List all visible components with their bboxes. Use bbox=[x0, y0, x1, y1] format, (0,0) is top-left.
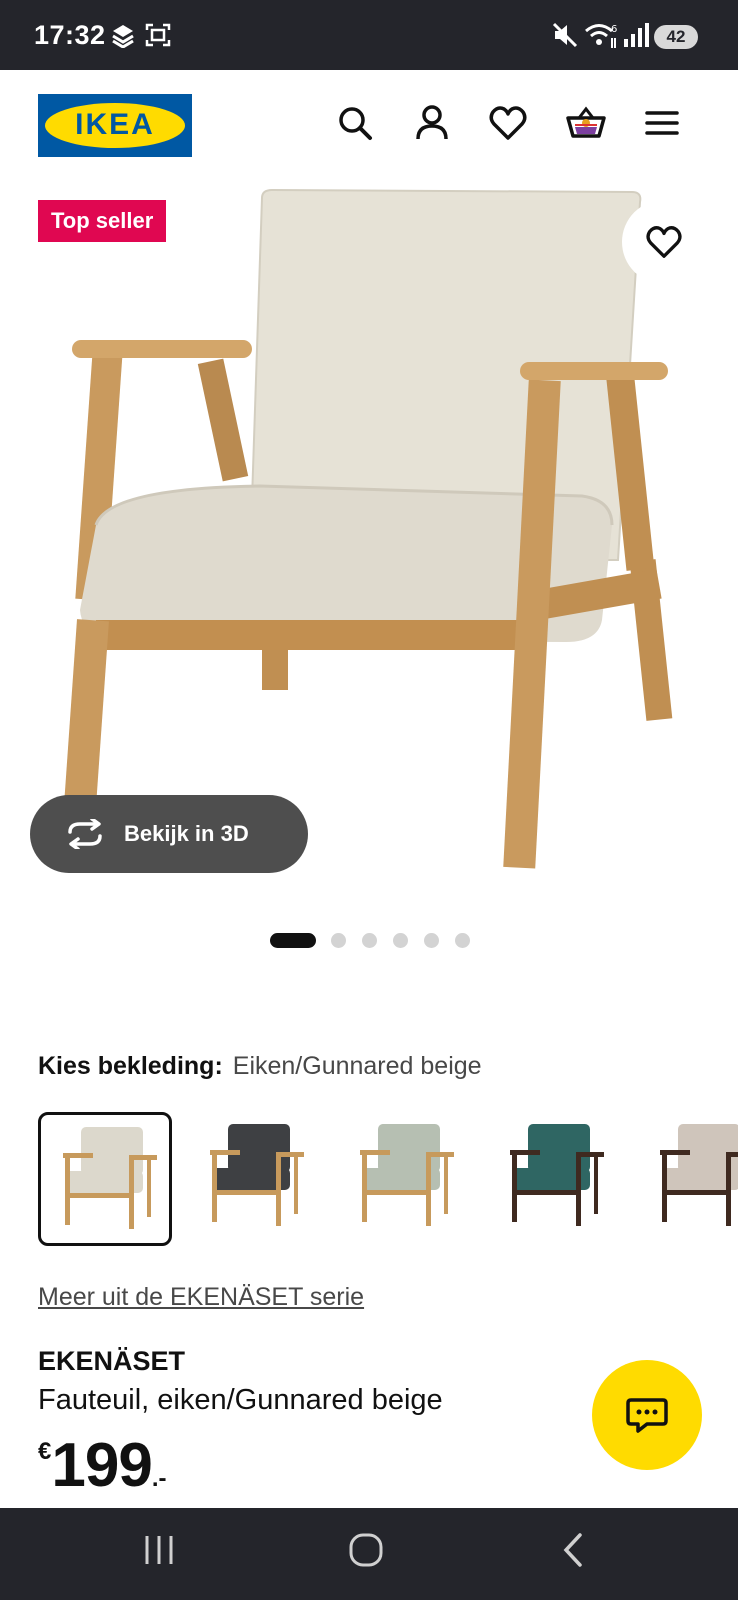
carousel-dot-1[interactable] bbox=[270, 933, 316, 948]
series-link[interactable]: Meer uit de EKENÄSET serie bbox=[38, 1283, 364, 1312]
mini-chair bbox=[360, 1124, 454, 1226]
wifi-icon: 6 bbox=[584, 22, 618, 55]
mini-chair bbox=[660, 1124, 738, 1226]
product-description: Fauteuil, eiken/Gunnared beige bbox=[38, 1384, 443, 1416]
ikea-logo[interactable]: IKEA bbox=[38, 94, 192, 157]
status-time: 17:32 bbox=[34, 20, 106, 50]
upholstery-option-4[interactable] bbox=[488, 1112, 622, 1246]
upholstery-option-2[interactable] bbox=[188, 1112, 322, 1246]
carousel-dot-3[interactable] bbox=[362, 933, 377, 948]
upholstery-option-1[interactable] bbox=[38, 1112, 172, 1246]
mini-chair bbox=[510, 1124, 604, 1226]
back-button[interactable] bbox=[558, 1532, 588, 1573]
status-bar: 17:32 6 42 bbox=[0, 0, 738, 70]
upholstery-option-3[interactable] bbox=[338, 1112, 472, 1246]
account-icon[interactable] bbox=[412, 103, 452, 143]
price-decimal: .- bbox=[151, 1465, 167, 1492]
recents-button[interactable] bbox=[142, 1532, 176, 1573]
upholstery-value: Eiken/Gunnared beige bbox=[232, 1052, 482, 1080]
upholstery-options bbox=[0, 1112, 738, 1247]
carousel-dot-5[interactable] bbox=[424, 933, 439, 948]
price-integer: 199 bbox=[51, 1431, 152, 1500]
carousel-dot-4[interactable] bbox=[393, 933, 408, 948]
view-in-3d-button[interactable]: Bekijk in 3D bbox=[30, 795, 308, 873]
mute-icon bbox=[552, 22, 578, 53]
top-seller-badge: Top seller bbox=[38, 200, 167, 242]
product-name: EKENÄSET bbox=[38, 1346, 186, 1376]
view-in-3d-label: Bekijk in 3D bbox=[124, 821, 249, 846]
system-nav-bar bbox=[0, 1508, 738, 1600]
search-icon[interactable] bbox=[335, 103, 375, 143]
screenshot-icon bbox=[145, 22, 171, 53]
home-button[interactable] bbox=[347, 1532, 385, 1573]
chat-button[interactable] bbox=[592, 1360, 702, 1470]
upholstery-option-5[interactable] bbox=[638, 1112, 738, 1246]
upholstery-label: Kies bekleding: bbox=[38, 1052, 223, 1080]
battery-level: 42 bbox=[654, 25, 698, 49]
signal-icon bbox=[622, 22, 650, 53]
product-image-carousel[interactable]: Top seller Bekijk in 3D bbox=[0, 180, 738, 920]
svg-text:6: 6 bbox=[611, 24, 617, 35]
cart-icon[interactable] bbox=[565, 103, 606, 143]
product-price: €199.- bbox=[38, 1430, 166, 1500]
price-currency: € bbox=[38, 1438, 52, 1465]
chat-icon bbox=[625, 1396, 669, 1441]
rotate-3d-icon bbox=[64, 817, 106, 855]
upholstery-selector-heading: Kies bekleding: Eiken/Gunnared beige bbox=[38, 1052, 482, 1081]
mini-chair bbox=[63, 1127, 157, 1229]
menu-icon[interactable] bbox=[642, 103, 682, 143]
heart-icon[interactable] bbox=[488, 103, 528, 143]
heart-icon bbox=[644, 223, 684, 266]
carousel-indicators bbox=[0, 930, 738, 950]
save-to-favorites-button[interactable] bbox=[622, 200, 706, 284]
mini-chair bbox=[210, 1124, 304, 1226]
logo-text: IKEA bbox=[75, 108, 155, 141]
site-header: IKEA bbox=[0, 70, 738, 180]
carousel-dot-2[interactable] bbox=[331, 933, 346, 948]
stack-icon bbox=[110, 22, 136, 53]
carousel-dot-6[interactable] bbox=[455, 933, 470, 948]
